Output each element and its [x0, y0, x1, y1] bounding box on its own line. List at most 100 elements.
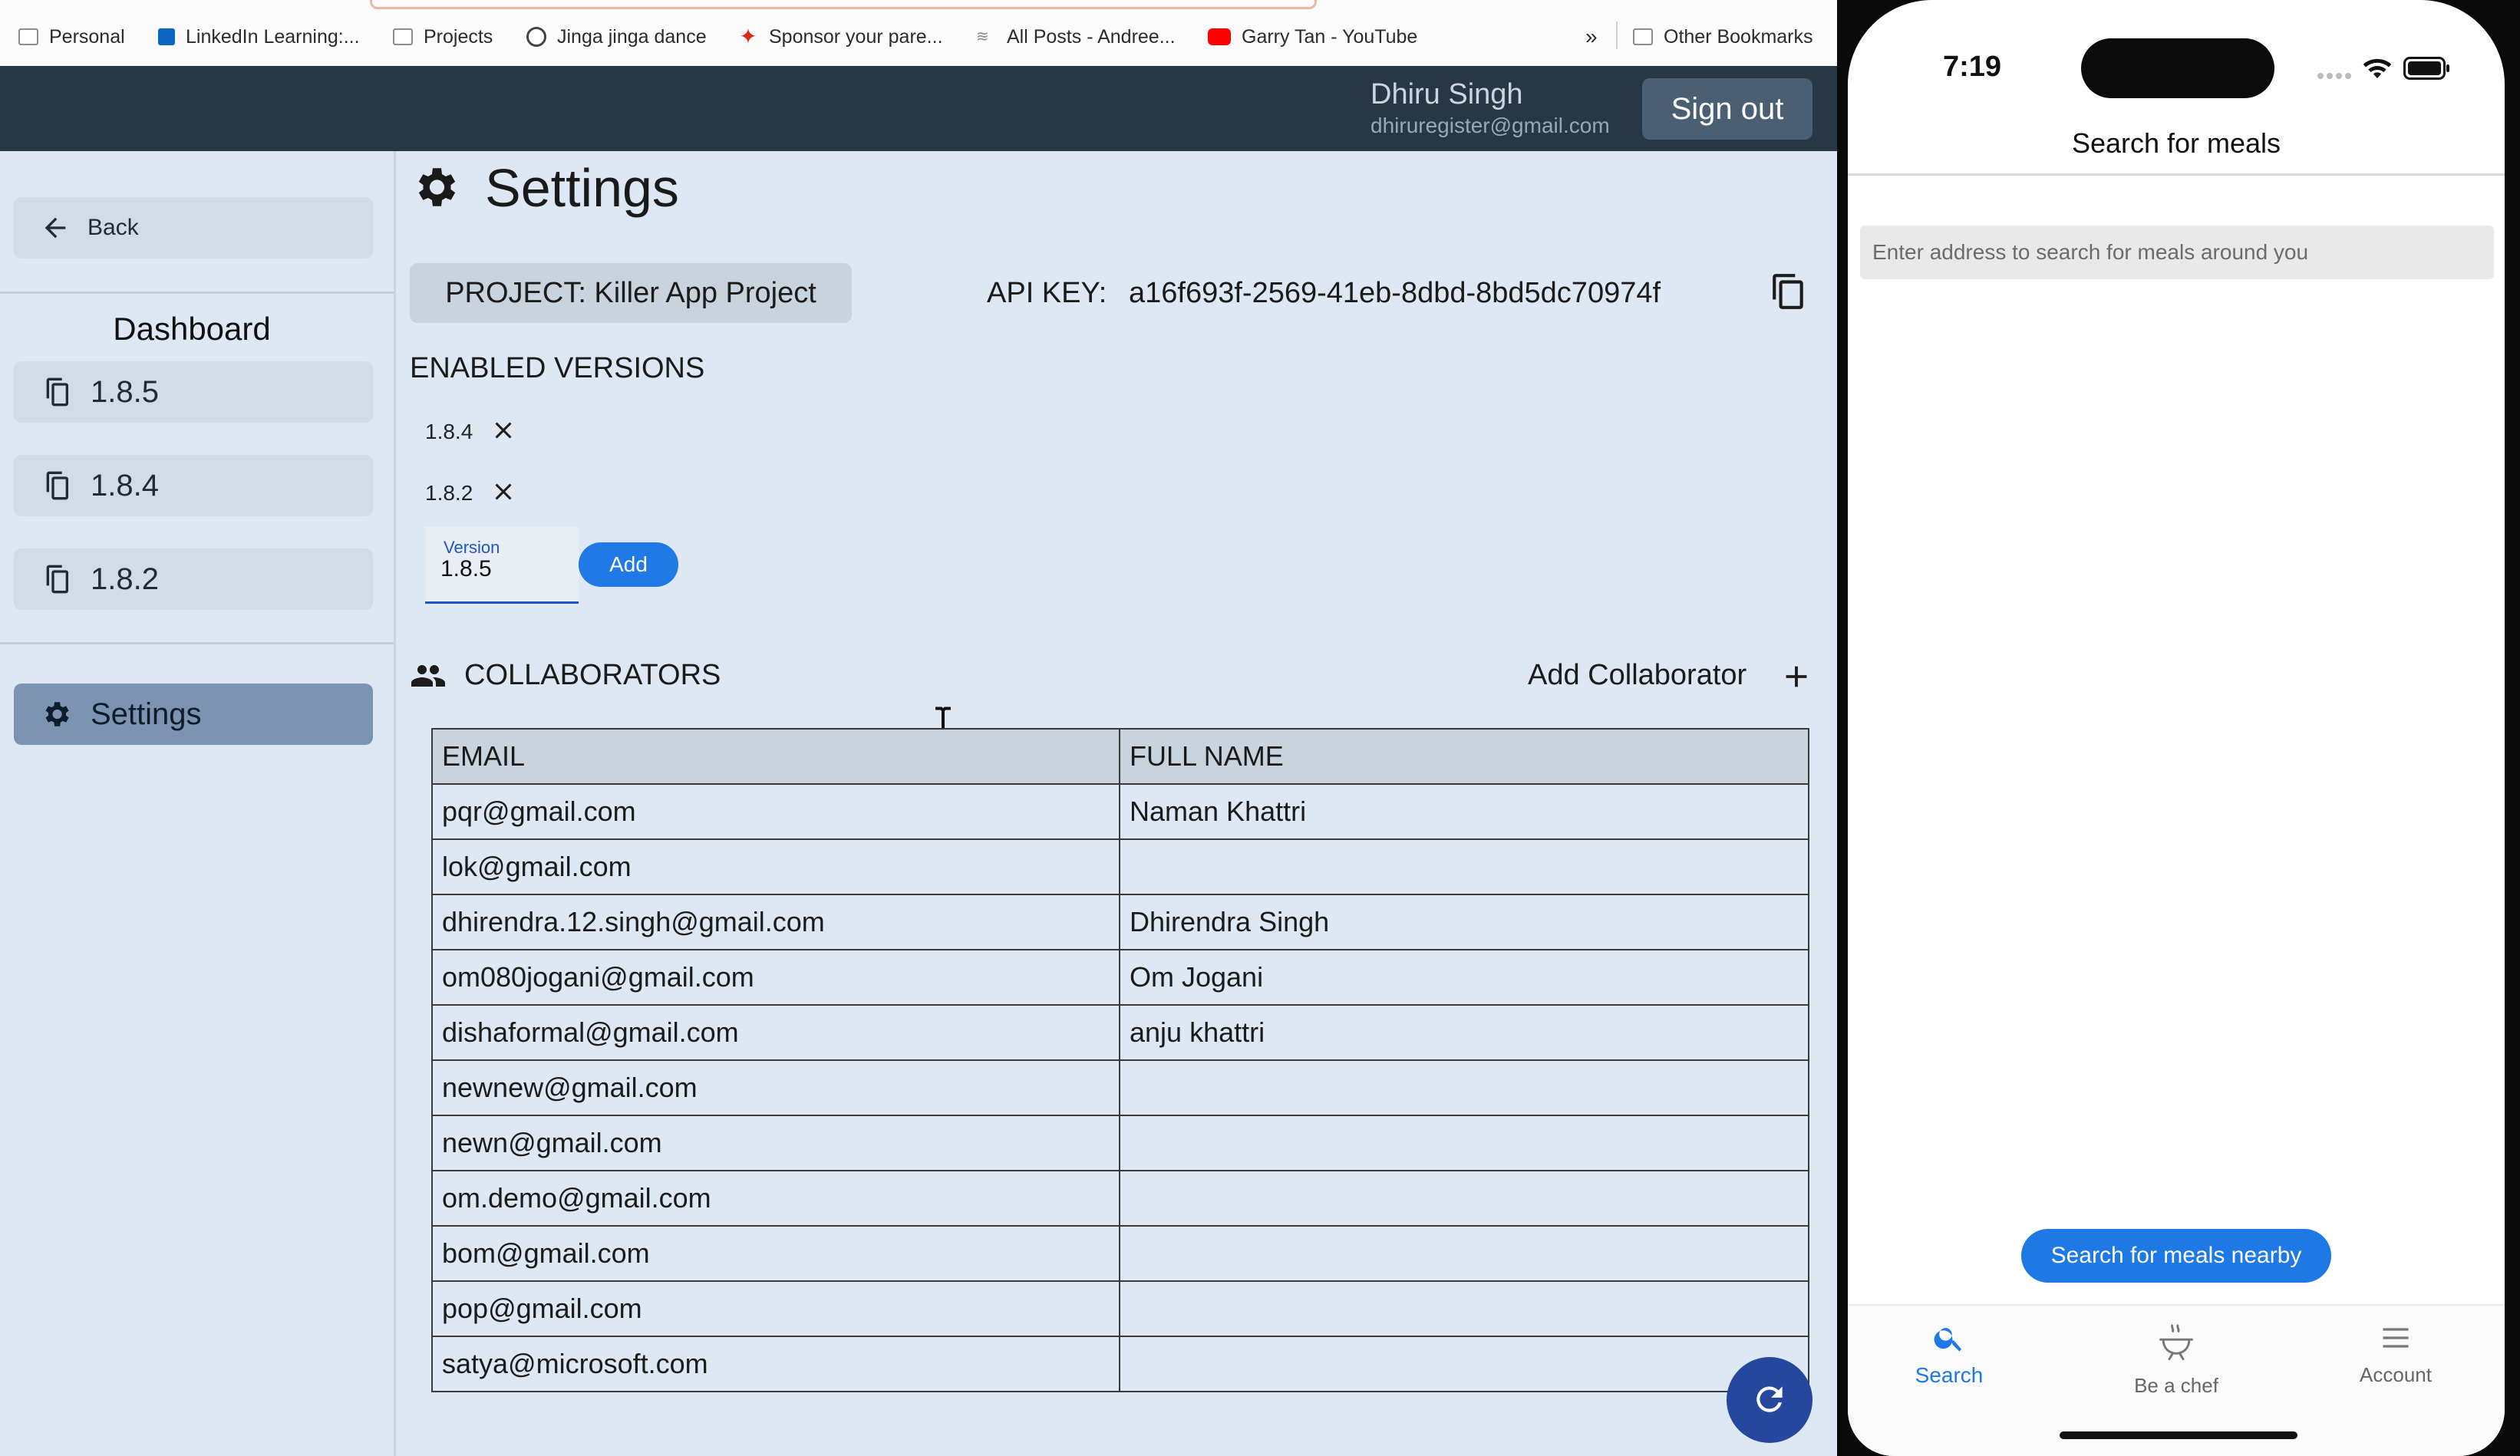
copy-icon[interactable]	[1770, 272, 1808, 311]
search-meals-nearby-button[interactable]: Search for meals nearby	[2021, 1229, 2331, 1283]
sign-out-button[interactable]: Sign out	[1642, 78, 1812, 140]
table-row: lok@gmail.com	[431, 838, 1809, 895]
column-header-full-name: FULL NAME	[1119, 728, 1809, 785]
email-cell: dishaformal@gmail.com	[431, 1004, 1120, 1061]
bookmark-label: Jinga jinga dance	[557, 25, 707, 48]
table-row: newn@gmail.com	[431, 1115, 1809, 1171]
tab-search[interactable]: Search	[1872, 1321, 2026, 1388]
bookmarks-bar: Personal LinkedIn Learning:... Projects …	[0, 0, 1837, 67]
remove-version-icon[interactable]	[490, 478, 517, 506]
sidebar-item-version-3[interactable]: 1.8.2	[14, 548, 373, 610]
collaborators-title: COLLABORATORS	[464, 659, 721, 691]
folder-icon	[1633, 28, 1653, 45]
bookmark-label: Projects	[424, 25, 493, 48]
remove-version-icon[interactable]	[490, 417, 517, 444]
youtube-icon	[1208, 28, 1231, 45]
address-search-input[interactable]	[1860, 226, 2494, 279]
bookmark-label: Sponsor your pare...	[769, 25, 943, 48]
file-copy-icon	[46, 471, 68, 500]
sidebar: Back Dashboard 1.8.5 1.8.4 1.8.2 Setting…	[0, 151, 396, 1456]
sidebar-divider	[0, 292, 394, 294]
name-cell	[1119, 1170, 1809, 1227]
name-cell	[1119, 1059, 1809, 1116]
sidebar-item-settings[interactable]: Settings	[14, 684, 373, 745]
add-collaborator-button[interactable]: Add Collaborator	[1528, 659, 1747, 692]
version-field-label: Version	[444, 538, 500, 557]
bookmark-personal[interactable]: Personal	[18, 21, 125, 52]
table-row: bom@gmail.com	[431, 1225, 1809, 1282]
file-copy-icon	[46, 377, 68, 407]
sidebar-item-version-2[interactable]: 1.8.4	[14, 455, 373, 516]
enabled-version: 1.8.2	[425, 481, 473, 505]
search-icon	[1934, 1328, 1962, 1352]
name-cell: Om Jogani	[1119, 949, 1809, 1006]
bookmark-projects[interactable]: Projects	[393, 21, 493, 52]
status-time: 7:19	[1943, 51, 2002, 83]
table-row: dishaformal@gmail.com anju khattri	[431, 1004, 1809, 1061]
table-row: om080jogani@gmail.com Om Jogani	[431, 949, 1809, 1006]
dynamic-island	[2081, 38, 2274, 98]
gear-icon	[45, 702, 69, 726]
version-field[interactable]: Version	[425, 527, 579, 604]
sidebar-item-version-1[interactable]: 1.8.5	[14, 361, 373, 423]
address-bar-edge	[370, 0, 1317, 9]
version-input[interactable]	[440, 556, 556, 582]
bookmark-all-posts[interactable]: ≋ All Posts - Andree...	[976, 21, 1176, 52]
enabled-version: 1.8.4	[425, 420, 473, 443]
bookmark-label: LinkedIn Learning:...	[186, 25, 360, 48]
sidebar-divider	[0, 642, 394, 644]
add-collaborator-label: Add Collaborator	[1528, 659, 1747, 691]
refresh-button[interactable]	[1727, 1357, 1812, 1443]
back-button[interactable]: Back	[14, 197, 373, 259]
maple-leaf-icon: ✦	[739, 25, 757, 48]
tab-label: Be a chef	[2134, 1374, 2218, 1397]
name-cell	[1119, 1225, 1809, 1282]
linkedin-icon	[158, 28, 175, 45]
user-email: dhiruregister@gmail.com	[1370, 114, 1610, 137]
settings-panel: Settings PROJECT: Killer App Project API…	[396, 151, 1837, 1456]
table-row: pqr@gmail.com Naman Khattri	[431, 783, 1809, 840]
chef-pot-icon	[2159, 1323, 2193, 1361]
bookmark-label: Personal	[49, 25, 125, 48]
bookmark-youtube[interactable]: Garry Tan - YouTube	[1208, 21, 1417, 52]
bookmark-sponsor[interactable]: ✦ Sponsor your pare...	[738, 21, 943, 52]
email-cell: satya@microsoft.com	[431, 1336, 1120, 1392]
phone-screen: 7:19 Search for meals Search for meals n…	[1848, 0, 2505, 1456]
email-cell: lok@gmail.com	[431, 838, 1120, 895]
name-cell	[1119, 1280, 1809, 1337]
bookmark-jinga[interactable]: Jinga jinga dance	[526, 21, 707, 52]
bookmark-label: Garry Tan - YouTube	[1242, 25, 1418, 48]
table-header-row: EMAIL FULL NAME	[431, 728, 1809, 785]
table-row: dhirendra.12.singh@gmail.com Dhirendra Si…	[431, 894, 1809, 950]
back-label: Back	[87, 215, 139, 240]
page-title: Settings	[485, 158, 679, 218]
name-cell: Naman Khattri	[1119, 783, 1809, 840]
name-cell	[1119, 838, 1809, 895]
email-cell: om.demo@gmail.com	[431, 1170, 1120, 1227]
gear-icon	[418, 168, 456, 206]
signal-icon	[2317, 73, 2351, 79]
tab-be-a-chef[interactable]: Be a chef	[2099, 1321, 2253, 1398]
table-row: satya@microsoft.com	[431, 1336, 1809, 1392]
name-cell	[1119, 1336, 1809, 1392]
bookmark-label: Other Bookmarks	[1664, 25, 1813, 48]
add-version-button[interactable]: Add	[579, 542, 678, 587]
user-name: Dhiru Singh	[1370, 78, 1523, 110]
email-cell: dhirendra.12.singh@gmail.com	[431, 894, 1120, 950]
bookmark-other[interactable]: Other Bookmarks	[1633, 21, 1813, 52]
version-label: 1.8.5	[91, 374, 159, 409]
bookmarks-overflow-button[interactable]: »	[1585, 21, 1598, 52]
plus-icon[interactable]	[1779, 659, 1814, 694]
bookmark-linkedin[interactable]: LinkedIn Learning:...	[158, 21, 360, 52]
name-cell: Dhirendra Singh	[1119, 894, 1809, 950]
arrow-left-icon	[45, 217, 66, 239]
api-key-value: a16f693f-2569-41eb-8dbd-8bd5dc70974f	[1129, 277, 1661, 309]
folder-icon	[18, 28, 38, 45]
browser-window: Personal LinkedIn Learning:... Projects …	[0, 0, 1837, 1456]
api-key-label: API KEY:	[987, 277, 1107, 309]
header-divider	[1848, 173, 2505, 176]
tab-account[interactable]: Account	[2319, 1321, 2472, 1387]
version-label: 1.8.4	[91, 468, 159, 502]
table-row: om.demo@gmail.com	[431, 1170, 1809, 1227]
refresh-icon	[1756, 1385, 1783, 1412]
